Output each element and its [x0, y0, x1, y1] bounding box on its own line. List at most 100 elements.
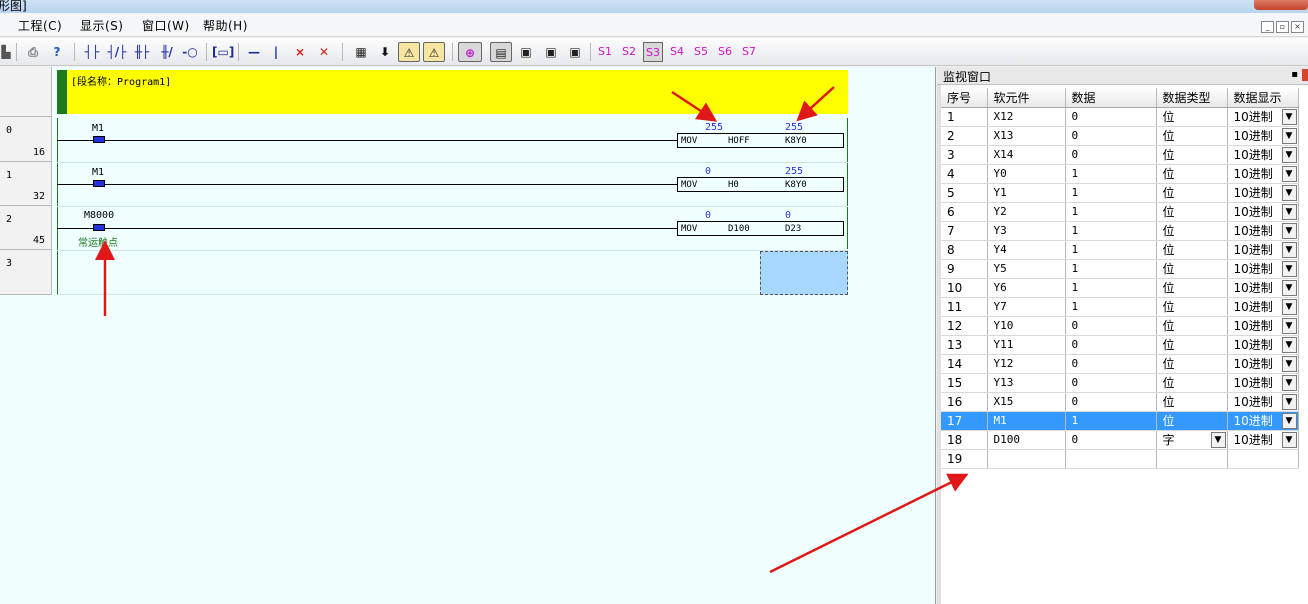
cell-display[interactable]: 10进制 ▼	[1227, 164, 1299, 184]
edit-cursor[interactable]	[760, 251, 848, 295]
close-icon[interactable]	[1302, 69, 1308, 81]
monitor-mode-icon[interactable]: ⊕	[458, 42, 482, 62]
cell-value[interactable]: 1	[1065, 297, 1157, 317]
cell-device[interactable]: Y11	[987, 335, 1066, 355]
cell-display[interactable]: 10进制 ▼	[1227, 107, 1299, 127]
ladder-view-icon[interactable]: ▤	[490, 42, 512, 62]
dropdown-arrow-icon[interactable]: ▼	[1210, 431, 1226, 448]
cell-type[interactable]: 位	[1156, 126, 1228, 146]
cell-value[interactable]: 1	[1065, 259, 1157, 279]
gutter-rung-0[interactable]: 0 16	[0, 117, 52, 162]
cell-index[interactable]: 12	[941, 316, 988, 336]
paste-icon[interactable]: ▙	[0, 42, 12, 62]
cell-display[interactable]: 10进制 ▼	[1227, 316, 1299, 336]
pin-icon[interactable]: ▪	[1291, 69, 1298, 80]
dropdown-arrow-icon[interactable]: ▼	[1281, 374, 1297, 391]
cell-index[interactable]: 9	[941, 259, 988, 279]
download-icon[interactable]: ⬇	[375, 42, 395, 62]
restore-icon[interactable]: ▫	[1276, 21, 1289, 33]
dropdown-arrow-icon[interactable]: ▼	[1281, 184, 1297, 201]
cell-device[interactable]: D100	[987, 430, 1066, 450]
table-row[interactable]: 1 X12 0 位 10进制 ▼	[941, 107, 1299, 127]
table-row[interactable]: 17 M1 1 位 10进制 ▼	[941, 411, 1299, 431]
dropdown-arrow-icon[interactable]: ▼	[1281, 108, 1297, 125]
contact-m1[interactable]	[93, 180, 105, 187]
cell-display[interactable]: 10进制 ▼	[1227, 297, 1299, 317]
no-contact-icon[interactable]: ┤├	[80, 42, 104, 62]
cell-value[interactable]: 1	[1065, 278, 1157, 298]
cell-type[interactable]: 位	[1156, 373, 1228, 393]
sample-button-s2[interactable]: S2	[619, 42, 639, 62]
coil-icon[interactable]: -○	[178, 42, 202, 62]
warning-icon[interactable]: ⚠	[398, 42, 420, 62]
gutter-rung-1[interactable]: 1 32	[0, 162, 52, 206]
cell-value[interactable]: 0	[1065, 354, 1157, 374]
table-row[interactable]: 3 X14 0 位 10进制 ▼	[941, 145, 1299, 165]
cell-device[interactable]: M1	[987, 411, 1066, 431]
nc-contact-icon[interactable]: ┤/├	[105, 42, 129, 62]
chip-icon[interactable]: ▣	[515, 42, 537, 62]
sample-button-s7[interactable]: S7	[739, 42, 759, 62]
cell-display[interactable]: 10进制 ▼	[1227, 126, 1299, 146]
col-header-display[interactable]: 数据显示	[1227, 88, 1299, 108]
cell-type[interactable]: 字 ▼	[1156, 430, 1228, 450]
print-icon[interactable]: ⎙	[24, 42, 42, 62]
ladder-editor[interactable]: 0 16 1 32 2 45 3 [段名称：Program1] M1 255 2…	[0, 67, 936, 604]
cell-display[interactable]	[1227, 449, 1299, 469]
cell-device[interactable]	[987, 449, 1066, 469]
cell-device[interactable]: Y6	[987, 278, 1066, 298]
parallel-no-icon[interactable]: ╫├	[130, 42, 154, 62]
table-row[interactable]: 6 Y2 1 位 10进制 ▼	[941, 202, 1299, 222]
table-row[interactable]: 14 Y12 0 位 10进制 ▼	[941, 354, 1299, 374]
cell-device[interactable]: Y12	[987, 354, 1066, 374]
cell-device[interactable]: Y13	[987, 373, 1066, 393]
function-block-icon[interactable]: [▭]	[212, 42, 234, 62]
cell-display[interactable]: 10进制 ▼	[1227, 354, 1299, 374]
menu-view[interactable]: 显示(S)	[80, 17, 123, 34]
close-window-button[interactable]	[1254, 0, 1308, 10]
table-row[interactable]: 4 Y0 1 位 10进制 ▼	[941, 164, 1299, 184]
table-row[interactable]: 15 Y13 0 位 10进制 ▼	[941, 373, 1299, 393]
cell-device[interactable]: X15	[987, 392, 1066, 412]
menu-project[interactable]: 工程(C)	[18, 17, 62, 34]
sample-button-s3[interactable]: S3	[643, 42, 663, 62]
cell-index[interactable]: 19	[941, 449, 988, 469]
cell-device[interactable]: X12	[987, 107, 1066, 127]
table-row[interactable]: 2 X13 0 位 10进制 ▼	[941, 126, 1299, 146]
dropdown-arrow-icon[interactable]: ▼	[1281, 127, 1297, 144]
cell-type[interactable]: 位	[1156, 354, 1228, 374]
cell-type[interactable]	[1156, 449, 1228, 469]
cell-display[interactable]: 10进制 ▼	[1227, 278, 1299, 298]
cell-value[interactable]: 0	[1065, 316, 1157, 336]
cell-display[interactable]: 10进制 ▼	[1227, 430, 1299, 450]
cell-index[interactable]: 14	[941, 354, 988, 374]
dropdown-arrow-icon[interactable]: ▼	[1281, 279, 1297, 296]
cell-value[interactable]: 0	[1065, 145, 1157, 165]
contact-m1[interactable]	[93, 136, 105, 143]
horizontal-line-icon[interactable]: —	[244, 42, 264, 62]
compile-icon[interactable]: ▦	[350, 42, 372, 62]
cell-type[interactable]: 位	[1156, 411, 1228, 431]
dropdown-arrow-icon[interactable]: ▼	[1281, 260, 1297, 277]
dropdown-arrow-icon[interactable]: ▼	[1281, 412, 1297, 429]
cell-index[interactable]: 2	[941, 126, 988, 146]
cell-value[interactable]: 0	[1065, 430, 1157, 450]
cell-type[interactable]: 位	[1156, 316, 1228, 336]
cell-index[interactable]: 3	[941, 145, 988, 165]
menu-help[interactable]: 帮助(H)	[203, 17, 248, 34]
col-header-index[interactable]: 序号	[941, 88, 988, 108]
mov-instruction[interactable]: MOV HOFF K8Y0	[677, 133, 844, 148]
table-row[interactable]: 9 Y5 1 位 10进制 ▼	[941, 259, 1299, 279]
sample-button-s4[interactable]: S4	[667, 42, 687, 62]
cell-index[interactable]: 10	[941, 278, 988, 298]
dropdown-arrow-icon[interactable]: ▼	[1281, 336, 1297, 353]
dropdown-arrow-icon[interactable]: ▼	[1281, 241, 1297, 258]
sample-button-s5[interactable]: S5	[691, 42, 711, 62]
cell-value[interactable]: 0	[1065, 392, 1157, 412]
cell-index[interactable]: 7	[941, 221, 988, 241]
mov-instruction[interactable]: MOV H0 K8Y0	[677, 177, 844, 192]
cell-device[interactable]: Y1	[987, 183, 1066, 203]
cell-display[interactable]: 10进制 ▼	[1227, 240, 1299, 260]
cell-display[interactable]: 10进制 ▼	[1227, 392, 1299, 412]
cell-index[interactable]: 15	[941, 373, 988, 393]
